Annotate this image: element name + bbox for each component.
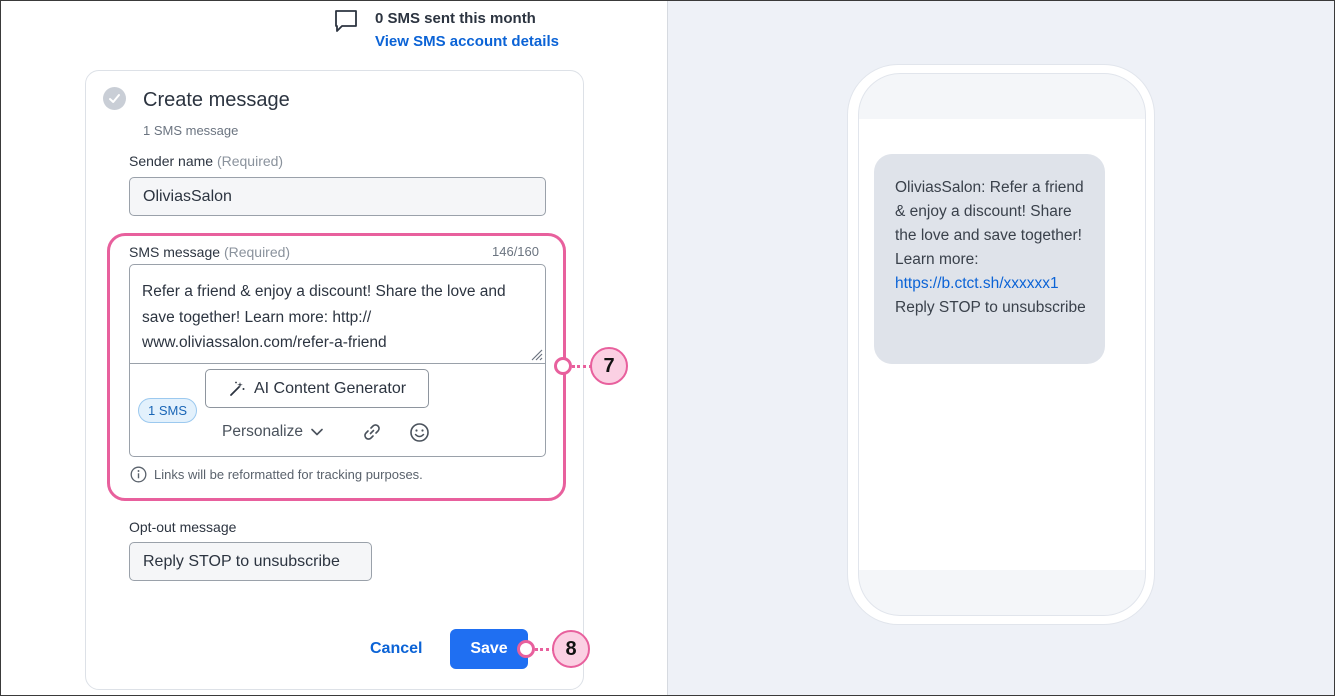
sender-required-text: (Required) (216, 153, 284, 169)
preview-short-link[interactable]: https://b.ctct.sh/xxxxxx1 (895, 275, 1059, 292)
smiley-icon[interactable] (409, 422, 430, 443)
links-tracking-note: Links will be reformatted for tracking p… (130, 466, 423, 483)
card-title: Create message (143, 89, 290, 111)
magic-wand-icon (230, 381, 245, 396)
card-subtitle: 1 SMS message (143, 123, 239, 138)
info-icon (130, 466, 147, 483)
callout-7-badge: 7 (590, 347, 628, 385)
personalize-dropdown[interactable]: Personalize (222, 423, 323, 441)
callout-8-anchor (517, 640, 535, 658)
ai-content-generator-button[interactable]: AI Content Generator (205, 369, 429, 408)
sender-name-label: Sender name (Required) (129, 153, 283, 169)
callout-7-connector (572, 365, 592, 368)
resize-handle-icon[interactable] (529, 347, 543, 361)
opt-out-input[interactable]: Reply STOP to unsubscribe (129, 542, 372, 581)
sms-message-textarea[interactable]: Refer a friend & enjoy a discount! Share… (142, 279, 532, 356)
step-complete-badge (103, 87, 126, 110)
preview-message-text: OliviasSalon: Refer a friend & enjoy a d… (895, 179, 1084, 268)
sms-preview-text: OliviasSalon: Refer a friend & enjoy a d… (895, 176, 1091, 320)
cancel-button[interactable]: Cancel (370, 640, 422, 658)
callout-8-badge: 8 (552, 630, 590, 668)
sms-message-label: SMS message (Required) (129, 244, 290, 260)
callout-7-anchor (554, 357, 572, 375)
editor-toolbar-divider (130, 363, 545, 364)
sender-name-input[interactable]: OliviasSalon (129, 177, 546, 216)
link-icon[interactable] (362, 422, 382, 442)
sms-segment-badge: 1 SMS (138, 398, 197, 423)
chevron-down-icon (311, 428, 323, 436)
sender-name-label-text: Sender name (129, 153, 214, 169)
ai-button-label: AI Content Generator (253, 379, 407, 397)
opt-out-label: Opt-out message (129, 519, 237, 535)
chat-bubble-icon (335, 10, 357, 32)
personalize-label: Personalize (222, 423, 303, 440)
check-icon (109, 94, 120, 103)
sms-sent-count: 0 SMS sent this month (375, 10, 536, 27)
preview-opt-out-text: Reply STOP to unsubscribe (895, 299, 1086, 316)
sms-message-label-text: SMS message (129, 244, 221, 260)
sms-message-required-text: (Required) (223, 244, 291, 260)
links-tracking-note-text: Links will be reformatted for tracking p… (154, 467, 423, 482)
character-counter: 146/160 (492, 244, 539, 259)
view-sms-account-link[interactable]: View SMS account details (375, 33, 559, 50)
